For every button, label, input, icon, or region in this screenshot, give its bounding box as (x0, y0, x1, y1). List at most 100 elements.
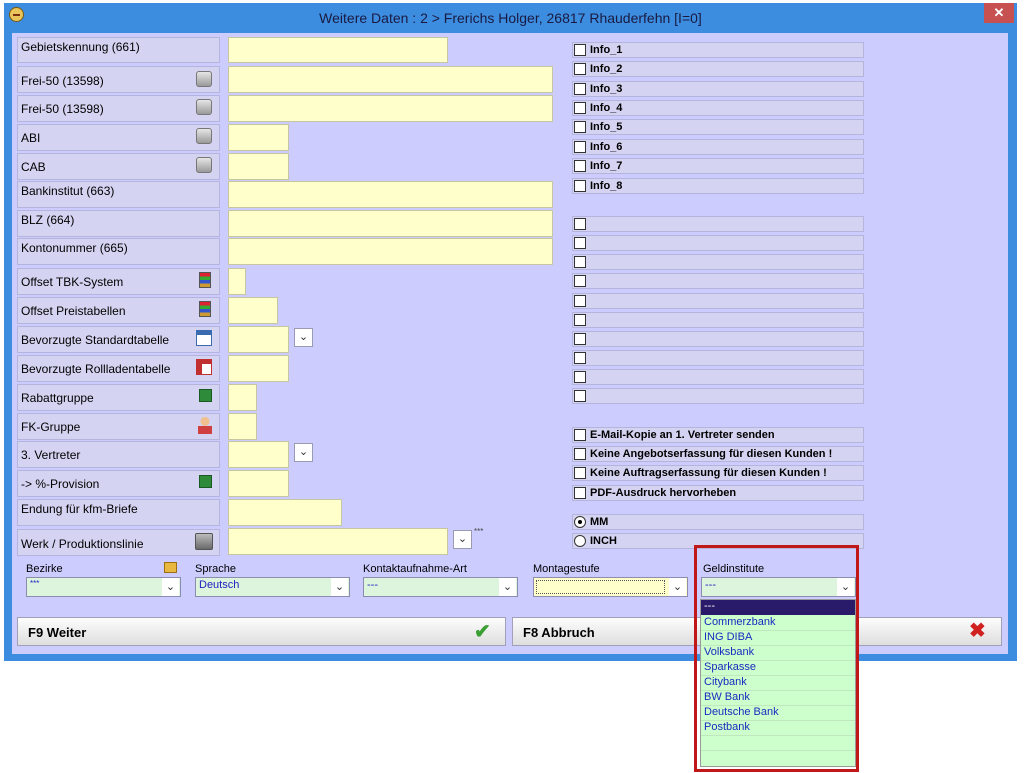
spreadsheet-icon (199, 475, 212, 488)
label-fk-gruppe: FK-Gruppe (17, 413, 220, 440)
no-offers-checkbox[interactable] (574, 448, 586, 460)
lock-icon (196, 71, 212, 87)
sprache-label: Sprache (195, 563, 236, 575)
extra-checkbox[interactable] (574, 275, 586, 287)
extra-checkbox[interactable] (574, 390, 586, 402)
email-copy-checkbox[interactable] (574, 429, 586, 441)
no-orders-label: Keine Auftragserfassung für diesen Kunde… (590, 467, 827, 479)
standardtabelle-field[interactable] (228, 326, 289, 353)
extra-checkbox[interactable] (574, 256, 586, 268)
extra-checkbox[interactable] (574, 218, 586, 230)
window-title: Weitere Daten : 2 > Frerichs Holger, 268… (319, 10, 702, 26)
label-3-vertreter: 3. Vertreter (17, 441, 220, 468)
folder-icon[interactable] (164, 562, 177, 573)
info-5-checkbox[interactable] (574, 121, 586, 133)
abi-field[interactable] (228, 124, 289, 151)
label-blz: BLZ (664) (17, 210, 220, 237)
standardtabelle-dropdown[interactable]: ⌄ (294, 328, 313, 347)
extra-checkbox[interactable] (574, 295, 586, 307)
lock-icon (196, 128, 212, 144)
no-offers-label: Keine Angebotserfassung für diesen Kunde… (590, 448, 833, 460)
extra-row (572, 312, 864, 328)
blz-field[interactable] (228, 210, 553, 237)
unit-mm-row (572, 514, 864, 530)
montage-label: Montagestufe (533, 563, 600, 575)
unit-mm-radio[interactable] (574, 516, 586, 528)
info-6-label: Info_6 (590, 141, 623, 153)
extra-checkbox[interactable] (574, 333, 586, 345)
rollladentabelle-field[interactable] (228, 355, 289, 382)
info-2-checkbox[interactable] (574, 63, 586, 75)
unit-inch-radio[interactable] (574, 535, 586, 547)
kontonummer-field[interactable] (228, 238, 553, 265)
info-3-checkbox[interactable] (574, 83, 586, 95)
label-rollladentabelle: Bevorzugte Rollladentabelle (17, 355, 220, 382)
vertreter-field[interactable] (228, 441, 289, 468)
weiter-label: F9 Weiter (28, 625, 87, 640)
fk-gruppe-field[interactable] (228, 413, 257, 440)
title-bar[interactable]: Weitere Daten : 2 > Frerichs Holger, 268… (4, 3, 1017, 33)
info-7-checkbox[interactable] (574, 160, 586, 172)
gebietskennung-field[interactable] (228, 37, 448, 63)
info-6-checkbox[interactable] (574, 141, 586, 153)
cross-icon: ✖ (969, 620, 986, 642)
extra-row (572, 216, 864, 232)
stack-icon (199, 272, 211, 288)
no-orders-checkbox[interactable] (574, 467, 586, 479)
weiter-button[interactable]: F9 Weiter (17, 617, 506, 646)
unit-mm-label: MM (590, 516, 609, 528)
pdf-highlight-label: PDF-Ausdruck hervorheben (590, 487, 737, 499)
montage-dropdown[interactable]: ⌄ (669, 578, 686, 596)
bezirke-label: Bezirke (26, 563, 63, 575)
info-7-label: Info_7 (590, 160, 623, 172)
close-button[interactable]: ✕ (984, 3, 1014, 23)
bezirke-combo[interactable]: *** (26, 577, 181, 597)
label-endung: Endung für kfm-Briefe (17, 499, 220, 526)
sprache-combo[interactable]: Deutsch (195, 577, 350, 597)
info-4-label: Info_4 (590, 102, 623, 114)
abbruch-label: F8 Abbruch (523, 625, 595, 640)
info-8-checkbox[interactable] (574, 180, 586, 192)
label-bankinstitut: Bankinstitut (663) (17, 181, 220, 208)
pdf-highlight-checkbox[interactable] (574, 487, 586, 499)
lock-icon (196, 157, 212, 173)
werk-field[interactable] (228, 528, 448, 555)
info-8-label: Info_8 (590, 180, 623, 192)
cab-field[interactable] (228, 153, 289, 180)
info-4-checkbox[interactable] (574, 102, 586, 114)
stack-icon (199, 301, 211, 317)
extra-row (572, 331, 864, 347)
check-icon: ✔ (474, 621, 491, 643)
label-abi: ABI (17, 124, 220, 151)
spreadsheet-icon (199, 389, 212, 402)
vertreter-dropdown[interactable]: ⌄ (294, 443, 313, 462)
bankinstitut-field[interactable] (228, 181, 553, 208)
extra-checkbox[interactable] (574, 237, 586, 249)
bezirke-dropdown[interactable]: ⌄ (162, 578, 179, 596)
provision-field[interactable] (228, 470, 289, 497)
extra-row (572, 235, 864, 251)
frei50-2-field[interactable] (228, 95, 553, 122)
frei50-1-field[interactable] (228, 66, 553, 93)
extra-checkbox[interactable] (574, 314, 586, 326)
table-icon (196, 359, 212, 375)
sprache-dropdown[interactable]: ⌄ (331, 578, 348, 596)
kontakt-combo[interactable]: --- (363, 577, 518, 597)
werk-dropdown[interactable]: ⌄ (453, 530, 472, 549)
person-icon (198, 416, 212, 434)
app-icon (9, 7, 24, 22)
label-frei50-2: Frei-50 (13598) (17, 95, 220, 122)
offset-tbk-field[interactable] (228, 268, 246, 295)
rabattgruppe-field[interactable] (228, 384, 257, 411)
extra-row (572, 369, 864, 385)
endung-field[interactable] (228, 499, 342, 526)
kontakt-label: Kontaktaufnahme-Art (363, 563, 467, 575)
unit-inch-label: INCH (590, 535, 617, 547)
extra-checkbox[interactable] (574, 352, 586, 364)
extra-checkbox[interactable] (574, 371, 586, 383)
kontakt-dropdown[interactable]: ⌄ (499, 578, 516, 596)
info-5-label: Info_5 (590, 121, 623, 133)
extra-row (572, 273, 864, 289)
offset-preis-field[interactable] (228, 297, 278, 324)
info-1-checkbox[interactable] (574, 44, 586, 56)
